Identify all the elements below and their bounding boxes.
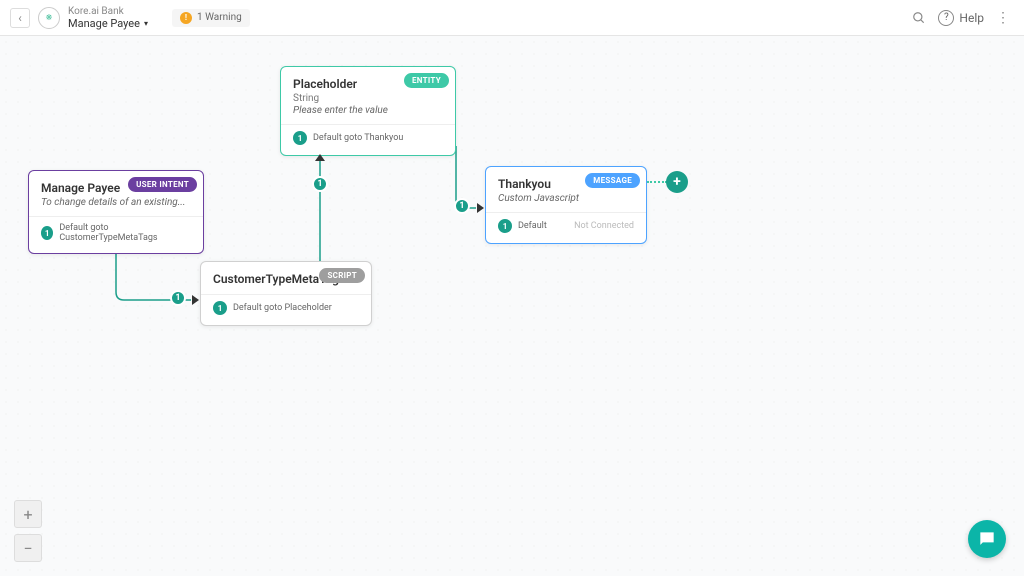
node-connection-row[interactable]: 1 Default goto Placeholder xyxy=(213,301,359,315)
zoom-out-button[interactable]: − xyxy=(14,534,42,562)
node-title: CustomerTypeMetaTags xyxy=(213,272,299,286)
connection-badge[interactable]: 1 xyxy=(312,176,328,192)
connection-number-icon: 1 xyxy=(213,301,227,315)
arrow-icon xyxy=(192,295,199,305)
node-subtype: String xyxy=(293,93,443,104)
node-type-badge: MESSAGE xyxy=(585,173,640,188)
help-icon: ? xyxy=(938,10,954,26)
warning-label: 1 Warning xyxy=(197,12,242,23)
zoom-in-button[interactable]: + xyxy=(14,500,42,528)
task-name-label: Manage Payee xyxy=(68,17,140,30)
flow-canvas[interactable]: 1 1 1 USER INTENT Manage Payee To change… xyxy=(0,36,1024,576)
node-connection-row[interactable]: 1 Default goto Thankyou xyxy=(293,131,443,145)
node-title: Thankyou xyxy=(498,177,574,191)
add-node-button[interactable]: + xyxy=(666,171,688,193)
connection-badge[interactable]: 1 xyxy=(454,198,470,214)
breadcrumb: Kore.ai Bank Manage Payee ▾ xyxy=(68,6,148,30)
connection-wires xyxy=(0,36,1024,576)
node-script[interactable]: SCRIPT CustomerTypeMetaTags 1 Default go… xyxy=(200,261,372,326)
bot-logo-icon: ❋ xyxy=(38,7,60,29)
node-type-badge: USER INTENT xyxy=(128,177,197,192)
search-icon[interactable] xyxy=(908,7,930,29)
node-type-badge: SCRIPT xyxy=(319,268,365,283)
connection-number-icon: 1 xyxy=(41,226,53,240)
chevron-down-icon: ▾ xyxy=(144,19,148,28)
bot-name-label: Kore.ai Bank xyxy=(68,6,148,17)
connection-number-icon: 1 xyxy=(498,219,512,233)
warning-icon: ! xyxy=(180,12,192,24)
node-description: To change details of an existing... xyxy=(41,197,191,208)
node-title: Manage Payee xyxy=(41,181,131,195)
help-label: Help xyxy=(959,11,984,25)
arrow-icon xyxy=(315,154,325,161)
node-type-badge: ENTITY xyxy=(404,73,449,88)
arrow-icon xyxy=(477,203,484,213)
node-user-intent[interactable]: USER INTENT Manage Payee To change detai… xyxy=(28,170,204,254)
header-bar: ‹ ❋ Kore.ai Bank Manage Payee ▾ ! 1 Warn… xyxy=(0,0,1024,36)
connection-badge[interactable]: 1 xyxy=(170,290,186,306)
back-button[interactable]: ‹ xyxy=(10,8,30,28)
task-dropdown[interactable]: Manage Payee ▾ xyxy=(68,17,148,30)
node-entity[interactable]: ENTITY Placeholder String Please enter t… xyxy=(280,66,456,156)
connection-label: Default goto Placeholder xyxy=(233,303,332,313)
add-connector-line xyxy=(647,181,667,183)
node-connection-row[interactable]: 1 Default goto CustomerTypeMetaTags xyxy=(41,223,191,243)
more-options-icon[interactable]: ⋮ xyxy=(992,7,1014,29)
node-message[interactable]: MESSAGE Thankyou Custom Javascript 1 Def… xyxy=(485,166,647,244)
connection-label: Default xyxy=(518,221,547,231)
node-description: Custom Javascript xyxy=(498,193,634,204)
chat-button[interactable] xyxy=(968,520,1006,558)
chat-icon xyxy=(977,529,997,549)
warning-badge[interactable]: ! 1 Warning xyxy=(172,9,250,27)
connection-number-icon: 1 xyxy=(293,131,307,145)
node-connection-row[interactable]: 1 Default Not Connected xyxy=(498,219,634,233)
zoom-controls: + − xyxy=(14,500,42,562)
node-prompt: Please enter the value xyxy=(293,105,443,116)
connection-label: Default goto Thankyou xyxy=(313,133,403,143)
not-connected-label: Not Connected xyxy=(574,221,634,231)
node-title: Placeholder xyxy=(293,77,383,91)
connection-label: Default goto CustomerTypeMetaTags xyxy=(59,223,191,243)
help-button[interactable]: ? Help xyxy=(938,10,984,26)
